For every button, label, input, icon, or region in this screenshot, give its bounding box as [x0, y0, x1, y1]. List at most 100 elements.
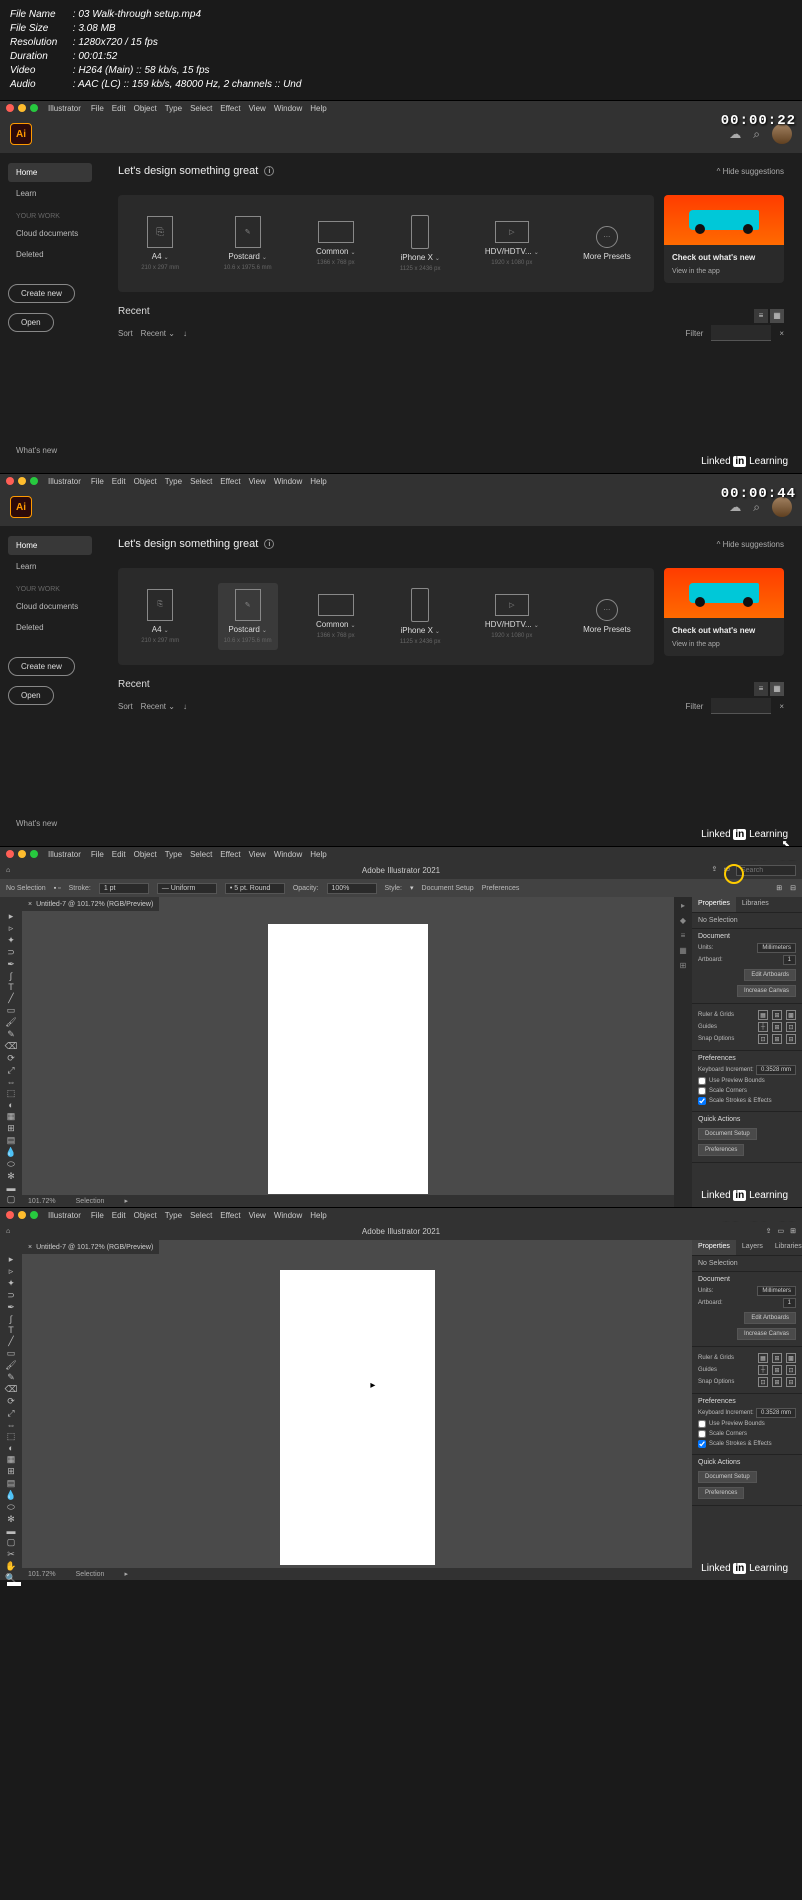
cloud-icon[interactable]: ☁: [729, 500, 741, 514]
opacity-input[interactable]: 100%: [327, 883, 377, 894]
sidebar-cloud[interactable]: Cloud documents: [8, 224, 92, 243]
graph-tool[interactable]: ▬: [2, 1183, 20, 1193]
preset-common[interactable]: Common⌄ 1366 x 768 px: [310, 215, 361, 272]
whats-new-link[interactable]: What's new: [8, 438, 92, 463]
scale-tool[interactable]: ⤢: [2, 1065, 20, 1076]
artboard[interactable]: [268, 924, 428, 1194]
keyboard-increment[interactable]: 0.3528 mm: [756, 1065, 796, 1075]
curvature-tool[interactable]: ∫: [2, 971, 20, 981]
preset-more[interactable]: ⋯ More Presets: [577, 593, 637, 640]
menu-file[interactable]: File: [91, 104, 104, 113]
menu-object[interactable]: Object: [134, 104, 157, 113]
promo-card[interactable]: Check out what's new View in the app: [664, 195, 784, 283]
menu-select[interactable]: Select: [190, 104, 212, 113]
tab-libraries[interactable]: Libraries: [736, 897, 775, 912]
preset-postcard[interactable]: ✎ Postcard⌄ 10.6 x 1975.6 mm ⬉: [218, 583, 278, 650]
preset-hdv[interactable]: ▷ HDV/HDTV...⌄ 1920 x 1080 px: [479, 588, 545, 645]
menu-type[interactable]: Type: [165, 104, 182, 113]
info-icon[interactable]: i: [264, 166, 274, 176]
document-setup-button[interactable]: Document Setup: [698, 1128, 757, 1140]
menu-edit[interactable]: Edit: [112, 104, 126, 113]
preset-hdv[interactable]: ▷ HDV/HDTV...⌄ 1920 x 1080 px: [479, 215, 545, 272]
list-view-icon[interactable]: ≡: [754, 309, 768, 323]
perspective-tool[interactable]: ▦: [2, 1111, 20, 1122]
use-preview-bounds-check[interactable]: [698, 1077, 706, 1085]
align-icon[interactable]: ⊞: [776, 884, 782, 892]
preset-iphone[interactable]: iPhone X⌄ 1125 x 2436 px: [394, 209, 447, 278]
search-input[interactable]: [736, 865, 796, 876]
paintbrush-tool[interactable]: 🖌: [2, 1017, 20, 1028]
rectangle-tool[interactable]: ▭: [2, 1005, 20, 1016]
eyedropper-tool[interactable]: 💧: [2, 1147, 20, 1158]
menu-view[interactable]: View: [249, 104, 266, 113]
sort-direction[interactable]: ↓: [183, 329, 187, 338]
home-icon[interactable]: ⌂: [6, 867, 10, 874]
timestamp: 00:00:22: [721, 113, 796, 129]
grid-icon[interactable]: ⊞: [772, 1010, 782, 1020]
menubar: Illustrator File Edit Object Type Select…: [0, 101, 802, 115]
width-tool[interactable]: ⇔: [2, 1077, 20, 1087]
line-tool[interactable]: ╱: [2, 993, 20, 1004]
free-transform-tool[interactable]: ⬚: [2, 1088, 20, 1099]
cloud-icon[interactable]: ☁: [729, 127, 741, 141]
grid-view-icon[interactable]: ▦: [770, 309, 784, 323]
transparency-grid-icon[interactable]: ▩: [786, 1010, 796, 1020]
preset-common[interactable]: Common⌄ 1366 x 768 px: [310, 588, 361, 645]
filter-input[interactable]: [711, 325, 771, 341]
symbol-sprayer-tool[interactable]: ✻: [2, 1171, 20, 1182]
share-icon[interactable]: ⇪: [712, 865, 718, 876]
artboard-select[interactable]: 1: [783, 955, 796, 965]
video-frame-3: 00:01:07 Illustrator File Edit Object Ty…: [0, 846, 802, 1207]
menu-help[interactable]: Help: [310, 104, 326, 113]
preset-postcard[interactable]: ✎ Postcard⌄ 10.6 x 1975.6 mm: [218, 210, 278, 277]
linkedin-learning-brand: Linked in Learning: [701, 456, 788, 467]
units-select[interactable]: Millimeters: [757, 943, 796, 953]
create-new-button[interactable]: Create new: [8, 284, 75, 303]
magic-wand-tool[interactable]: ✦: [2, 935, 20, 946]
toolbox: ▸ ▹ ✦ ⊃ ✒ ∫ T ╱ ▭ 🖌 ✎ ⌫ ⟳ ⤢ ⇔ ⬚ ◐ ▦ ⊞ ▤ …: [0, 897, 22, 1207]
ruler-icon[interactable]: ▦: [758, 1010, 768, 1020]
menu-window[interactable]: Window: [274, 104, 302, 113]
menu-effect[interactable]: Effect: [220, 104, 240, 113]
rotate-tool[interactable]: ⟳: [2, 1053, 20, 1064]
mesh-tool[interactable]: ⊞: [2, 1123, 20, 1134]
direct-selection-tool[interactable]: ▹: [2, 923, 20, 934]
sidebar-home[interactable]: Home: [8, 163, 92, 182]
document-setup-link[interactable]: Document Setup: [422, 885, 474, 892]
more-icon[interactable]: ⊟: [790, 884, 796, 892]
home-icon[interactable]: ⌂: [6, 1228, 10, 1235]
gradient-tool[interactable]: ▤: [2, 1135, 20, 1146]
stroke-weight[interactable]: 1 pt: [99, 883, 149, 894]
preset-iphone[interactable]: iPhone X⌄ 1125 x 2436 px: [394, 582, 447, 651]
clear-filter-icon[interactable]: ×: [779, 329, 784, 338]
artboard[interactable]: [280, 1270, 435, 1565]
tab-properties[interactable]: Properties: [692, 897, 736, 912]
shaper-tool[interactable]: ✎: [2, 1029, 20, 1040]
selection-tool[interactable]: ▸: [2, 911, 20, 922]
video-frame-2: 00:00:44 Illustrator File Edit Object Ty…: [0, 473, 802, 846]
sort-dropdown[interactable]: Recent ⌄: [141, 329, 175, 338]
brush[interactable]: • 5 pt. Round: [225, 883, 285, 894]
preset-a4[interactable]: ⎘ A4⌄ 210 x 297 mm: [135, 583, 185, 650]
preferences-button[interactable]: Preferences: [698, 1144, 744, 1156]
open-button[interactable]: Open: [8, 313, 54, 332]
blend-tool[interactable]: ⬭: [2, 1159, 20, 1170]
pen-tool[interactable]: ✒: [2, 959, 20, 970]
artboard-tool[interactable]: ▢: [2, 1194, 20, 1205]
shape-builder-tool[interactable]: ◐: [2, 1100, 20, 1110]
edit-artboards-button[interactable]: Edit Artboards: [744, 969, 796, 981]
preset-a4[interactable]: ⎘ A4⌄ 210 x 297 mm: [135, 210, 185, 277]
scale-corners-check[interactable]: [698, 1087, 706, 1095]
hide-suggestions[interactable]: ^ Hide suggestions: [717, 167, 784, 176]
scale-strokes-check[interactable]: [698, 1097, 706, 1105]
increase-canvas-button[interactable]: Increase Canvas: [737, 985, 796, 997]
stroke-profile[interactable]: — Uniform: [157, 883, 217, 894]
eraser-tool[interactable]: ⌫: [2, 1041, 20, 1052]
zoom-level[interactable]: 101.72%: [28, 1198, 56, 1205]
sidebar-learn[interactable]: Learn: [8, 184, 92, 203]
sidebar-deleted[interactable]: Deleted: [8, 245, 92, 264]
preset-more[interactable]: ⋯ More Presets: [577, 220, 637, 267]
type-tool[interactable]: T: [2, 982, 20, 992]
preferences-link[interactable]: Preferences: [482, 885, 520, 892]
lasso-tool[interactable]: ⊃: [2, 947, 20, 958]
